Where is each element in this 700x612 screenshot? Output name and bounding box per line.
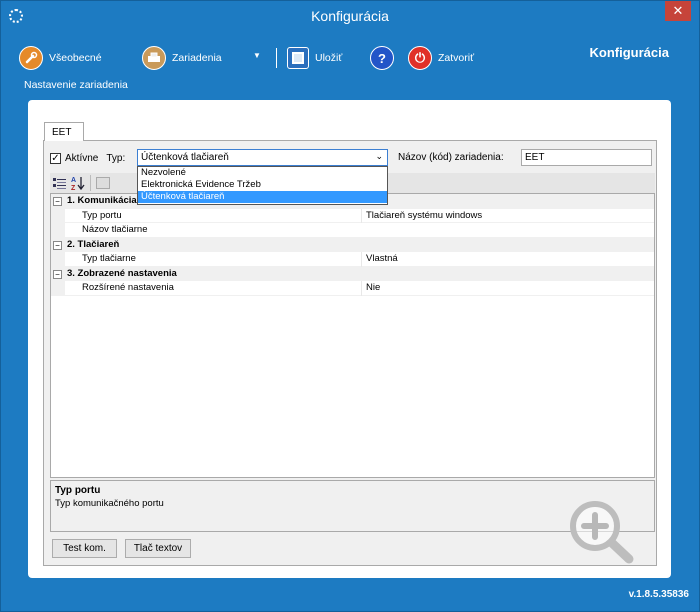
power-icon: ⏻	[408, 46, 432, 70]
wrench-icon	[19, 46, 43, 70]
window-title: Konfigurácia	[311, 8, 389, 24]
zoom-magnifier-icon[interactable]	[559, 486, 659, 576]
save-icon	[287, 47, 309, 69]
device-name-input[interactable]: EET	[521, 149, 652, 166]
property-name: Typ tlačiarne	[51, 252, 345, 267]
property-grid: − 1. Komunikácia Typ portu Tlačiareň sys…	[50, 193, 655, 478]
general-button[interactable]: Všeobecné	[19, 46, 102, 70]
version-label: v.1.8.5.35836	[628, 589, 689, 600]
category-title: 1. Komunikácia	[67, 195, 137, 206]
tab-eet[interactable]: EET	[44, 122, 84, 141]
collapse-icon[interactable]: −	[53, 240, 62, 250]
general-label: Všeobecné	[49, 52, 102, 64]
active-label: Aktívne	[65, 152, 99, 164]
test-communication-button[interactable]: Test kom.	[52, 539, 117, 558]
collapse-icon[interactable]: −	[53, 197, 62, 206]
dropdown-option-selected[interactable]: Účtenková tlačiareň	[138, 191, 387, 203]
property-name: Rozšírené nastavenia	[51, 281, 345, 296]
property-value[interactable]: Nie	[361, 281, 654, 296]
type-select[interactable]: Účtenková tlačiareň ⌄	[137, 149, 388, 166]
category-title: 2. Tlačiareň	[67, 238, 120, 250]
printer-icon	[142, 46, 166, 70]
svg-text:Z: Z	[71, 185, 76, 191]
collapse-icon[interactable]: −	[53, 269, 62, 279]
dropdown-option[interactable]: Nezvolené	[138, 167, 387, 179]
type-dropdown-list: Nezvolené Elektronická Evidence Tržeb Úč…	[137, 166, 388, 205]
close-window-button[interactable]: ✕	[665, 1, 691, 21]
devices-button[interactable]: Zariadenia	[142, 46, 222, 70]
category-printer[interactable]: − 2. Tlačiareň	[51, 237, 654, 252]
active-checkbox[interactable]: ✓	[50, 152, 61, 164]
save-label: Uložiť	[315, 52, 343, 64]
devices-label: Zariadenia	[172, 52, 222, 64]
property-value[interactable]: Vlastná	[361, 252, 654, 267]
svg-text:A: A	[71, 177, 76, 184]
toolbar: Všeobecné Zariadenia ▼ Uložiť ? ⏻ Zatvor…	[1, 31, 699, 101]
alphabetical-icon[interactable]: A Z	[70, 175, 86, 192]
toolbar-divider	[90, 175, 91, 191]
device-name-label: Názov (kód) zariadenia:	[398, 152, 504, 163]
property-name: Typ portu	[51, 208, 345, 223]
property-name: Názov tlačiarne	[51, 223, 345, 238]
brand-title: Konfigurácia	[589, 45, 669, 60]
property-row[interactable]: Typ tlačiarne Vlastná	[51, 252, 654, 267]
property-value[interactable]: Tlačiareň systému windows	[361, 208, 654, 223]
help-button[interactable]: ?	[370, 46, 400, 70]
close-app-button[interactable]: ⏻ Zatvoriť	[408, 46, 474, 70]
title-bar: Konfigurácia ✕	[1, 1, 699, 31]
main-window: Konfigurácia ✕ Všeobecné Zariadenia ▼ Ul…	[0, 0, 700, 612]
devices-dropdown-arrow[interactable]: ▼	[253, 51, 261, 60]
type-label: Typ:	[106, 152, 126, 164]
property-row[interactable]: Názov tlačiarne	[51, 223, 654, 238]
help-icon: ?	[370, 46, 394, 70]
property-pages-icon[interactable]	[96, 177, 110, 189]
category-displayed-settings[interactable]: − 3. Zobrazené nastavenia	[51, 266, 654, 281]
category-title: 3. Zobrazené nastavenia	[67, 267, 177, 279]
save-button[interactable]: Uložiť	[287, 46, 342, 70]
property-row[interactable]: Typ portu Tlačiareň systému windows	[51, 208, 654, 223]
type-select-value: Účtenková tlačiareň	[141, 152, 229, 163]
toolbar-separator	[276, 48, 277, 68]
dropdown-option[interactable]: Elektronická Evidence Tržeb	[138, 179, 387, 191]
toolbar-caption: Nastavenie zariadenia	[24, 79, 128, 91]
active-row: ✓ Aktívne Typ:	[50, 149, 125, 167]
categorized-icon[interactable]	[52, 175, 68, 191]
close-label: Zatvoriť	[438, 52, 475, 64]
chevron-down-icon: ⌄	[375, 151, 383, 161]
print-texts-button[interactable]: Tlač textov	[125, 539, 191, 558]
property-row[interactable]: Rozšírené nastavenia Nie	[51, 281, 654, 296]
